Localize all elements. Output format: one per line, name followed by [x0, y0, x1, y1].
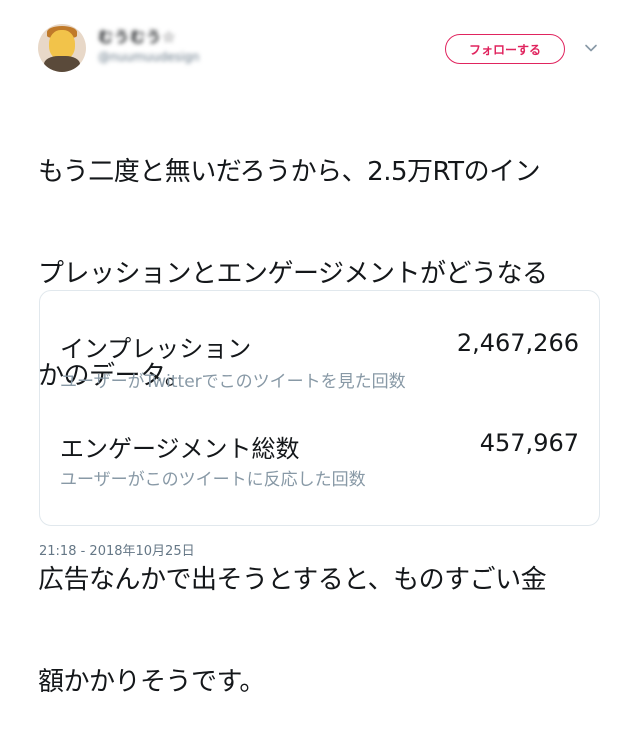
tweet-timestamp[interactable]: 21:18 - 2018年10月25日 — [39, 540, 195, 559]
tweet-line: プレッションとエンゲージメントがどうなる — [38, 259, 548, 289]
chevron-down-icon[interactable] — [583, 40, 599, 56]
engagements-value: 457,967 — [479, 429, 579, 457]
engagements-description: ユーザーがこのツイートに反応した回数 — [60, 470, 366, 490]
tweet-line: 額かかりそうです。 — [38, 667, 265, 697]
impressions-label: インプレッション — [60, 335, 252, 363]
user-handle[interactable]: @nuumuudesign — [98, 50, 200, 64]
display-name[interactable]: むうむう☆ — [98, 26, 176, 47]
avatar[interactable] — [38, 24, 86, 72]
engagements-label: エンゲージメント総数 — [60, 435, 300, 463]
tweet-line: もう二度と無いだろうから、2.5万RTのイン — [38, 157, 541, 187]
follow-button[interactable]: フォローする — [445, 34, 565, 64]
impressions-value: 2,467,266 — [456, 329, 579, 357]
avatar-body — [44, 56, 80, 72]
impressions-description: ユーザーがTwitterでこのツイートを見た回数 — [60, 372, 406, 392]
tweet-line: 広告なんかで出そうとすると、ものすごい金 — [38, 565, 547, 595]
analytics-card[interactable]: インプレッション 2,467,266 ユーザーがTwitterでこのツイートを見… — [39, 290, 600, 526]
